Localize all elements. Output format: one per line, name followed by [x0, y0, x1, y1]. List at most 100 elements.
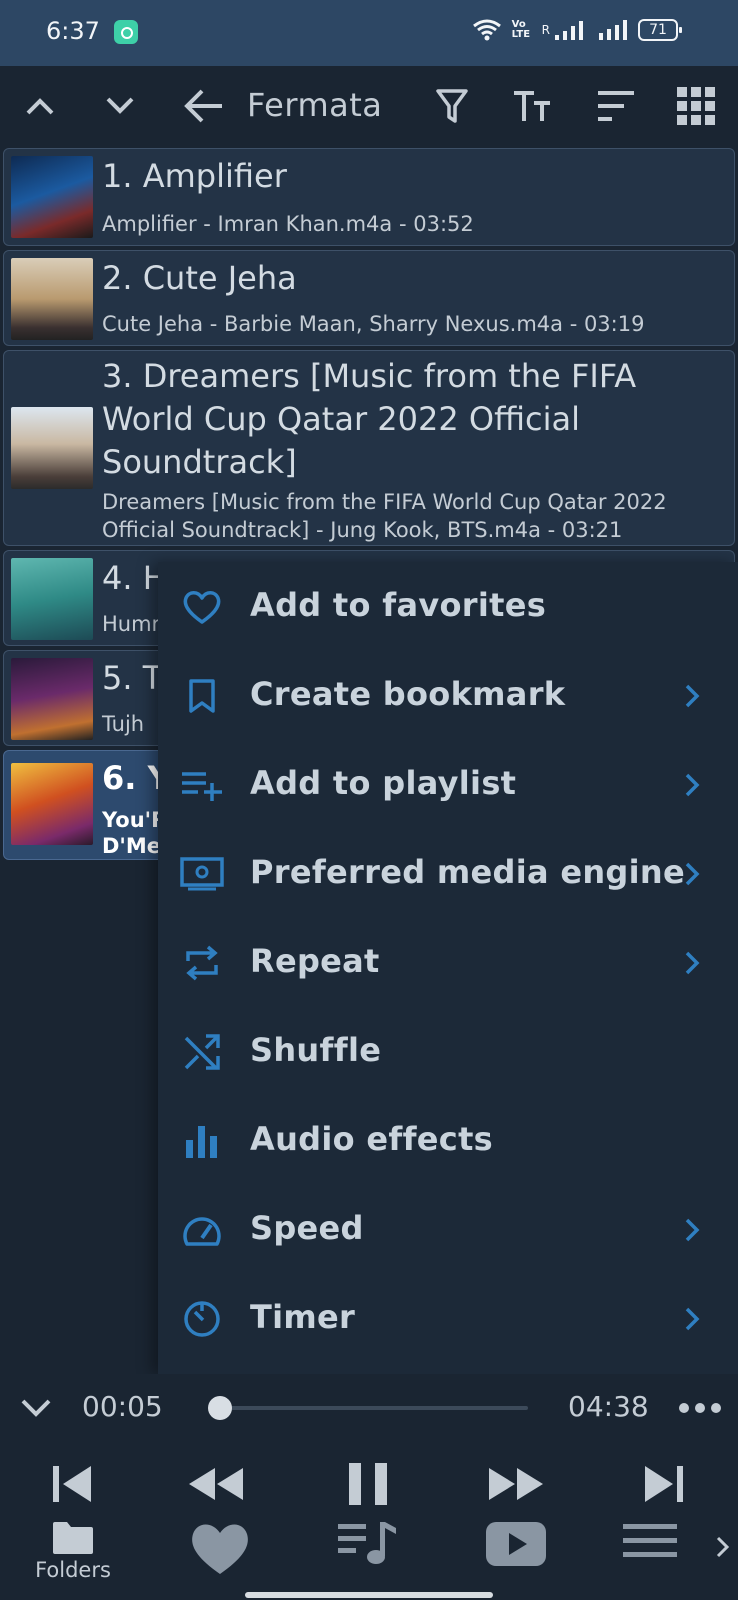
rewind-button[interactable] [186, 1454, 246, 1514]
track-subtitle-line-2: D'Me [102, 834, 162, 858]
album-art [11, 407, 93, 489]
chevron-right-icon [676, 1214, 708, 1246]
back-button[interactable] [180, 82, 228, 130]
home-indicator[interactable] [245, 1592, 493, 1598]
menu-item-label: Create bookmark [250, 675, 566, 713]
album-art [11, 558, 93, 640]
grid-view-button[interactable] [672, 82, 720, 130]
next-track-button[interactable] [634, 1454, 694, 1514]
notification-app-icon [114, 20, 138, 44]
nav-folders[interactable]: Folders [18, 1520, 128, 1590]
skip-previous-icon [53, 1466, 91, 1502]
menu-item-preferred-media-engine[interactable]: Preferred media engine [158, 829, 738, 919]
wifi-icon [472, 19, 501, 41]
collapse-player-button[interactable] [16, 1388, 56, 1428]
menu-item-audio-effects[interactable]: Audio effects [158, 1096, 738, 1186]
signal-sim1-icon [555, 21, 583, 40]
chevron-right-icon [676, 1303, 708, 1335]
toolbar: Fermata [0, 66, 738, 146]
album-art [11, 763, 93, 845]
track-title: 1. Amplifier [102, 157, 287, 195]
menu-item-label: Preferred media engine [250, 853, 685, 891]
text-size-icon [514, 91, 550, 121]
signal-sim2-icon [599, 20, 627, 40]
track-title-line-2: World Cup Qatar 2022 Official [102, 400, 580, 438]
speedometer-icon [180, 1208, 224, 1252]
rewind-icon [189, 1468, 243, 1500]
equalizer-icon [180, 1119, 224, 1163]
playlist-add-icon [180, 763, 224, 807]
chevron-right-icon [716, 1536, 730, 1558]
heart-icon [192, 1524, 248, 1574]
context-menu: Add to favorites Create bookmark Add to … [158, 562, 738, 1374]
menu-item-label: Speed [250, 1209, 364, 1247]
chevron-down-icon [21, 1399, 51, 1417]
filter-button[interactable] [428, 82, 476, 130]
menu-item-create-bookmark[interactable]: Create bookmark [158, 651, 738, 741]
track-row-3[interactable]: 3. Dreamers [Music from the FIFA World C… [3, 350, 735, 546]
battery-icon: 71 [638, 19, 682, 41]
menu-item-timer[interactable]: Timer [158, 1274, 738, 1364]
sort-button[interactable] [592, 82, 640, 130]
total-duration: 04:38 [568, 1390, 649, 1423]
pause-icon [349, 1463, 387, 1505]
track-title: 2. Cute Jeha [102, 259, 297, 297]
nav-playlists[interactable] [313, 1520, 423, 1590]
seek-bar[interactable] [207, 1396, 528, 1420]
nav-videos[interactable] [461, 1520, 571, 1590]
track-subtitle-line-1: Dreamers [Music from the FIFA World Cup … [102, 490, 667, 514]
track-subtitle: Cute Jeha - Barbie Maan, Sharry Nexus.m4… [102, 312, 645, 336]
chevron-right-icon [676, 947, 708, 979]
track-subtitle: Humr [102, 612, 161, 636]
status-icons: Vo LTE R 71 [472, 18, 682, 42]
filter-icon [436, 89, 468, 123]
previous-track-button[interactable] [42, 1454, 102, 1514]
nav-scroll-right-button[interactable] [716, 1536, 730, 1562]
track-subtitle: Tujh [102, 712, 145, 736]
elapsed-time: 00:05 [82, 1390, 163, 1423]
chevron-right-icon [676, 680, 708, 712]
menu-item-label: Audio effects [250, 1120, 494, 1158]
chevron-right-icon [676, 769, 708, 801]
menu-item-shuffle[interactable]: Shuffle [158, 1007, 738, 1097]
pause-button[interactable] [338, 1454, 398, 1514]
volte-badge: Vo LTE [511, 19, 531, 40]
heart-outline-icon [180, 585, 224, 629]
track-row-2[interactable]: 2. Cute Jeha Cute Jeha - Barbie Maan, Sh… [3, 250, 735, 346]
menu-item-label: Add to playlist [250, 764, 517, 802]
bookmark-icon [180, 674, 224, 718]
skip-next-icon [645, 1466, 683, 1502]
fast-forward-icon [489, 1468, 543, 1500]
album-art [11, 658, 93, 740]
status-time: 6:37 [46, 17, 100, 45]
nav-menu[interactable] [595, 1520, 705, 1590]
more-options-button[interactable] [676, 1390, 724, 1426]
menu-item-add-to-favorites[interactable]: Add to favorites [158, 562, 738, 652]
folder-title: Fermata [247, 86, 383, 124]
menu-item-speed[interactable]: Speed [158, 1185, 738, 1275]
playlist-music-icon [338, 1522, 396, 1564]
menu-item-label: Add to favorites [250, 586, 547, 624]
grid-icon [677, 87, 715, 125]
menu-item-label: Repeat [250, 942, 380, 980]
folder-icon [53, 1522, 93, 1554]
status-bar: 6:37 Vo LTE R 71 [0, 0, 738, 66]
menu-item-label: Timer [250, 1298, 356, 1336]
menu-item-label: Shuffle [250, 1031, 382, 1069]
text-size-button[interactable] [508, 82, 556, 130]
menu-item-repeat[interactable]: Repeat [158, 918, 738, 1008]
fast-forward-button[interactable] [486, 1454, 546, 1514]
seek-bar-handle[interactable] [207, 1396, 232, 1420]
menu-item-add-to-playlist[interactable]: Add to playlist [158, 740, 738, 830]
scroll-down-button[interactable] [96, 82, 144, 130]
media-engine-icon [180, 852, 224, 896]
hamburger-menu-icon [623, 1524, 677, 1557]
shuffle-icon [180, 1030, 224, 1074]
album-art [11, 156, 93, 238]
track-title-line-1: 3. Dreamers [Music from the FIFA [102, 357, 637, 395]
scroll-up-button[interactable] [16, 82, 64, 130]
track-row-1[interactable]: 1. Amplifier Amplifier - Imran Khan.m4a … [3, 148, 735, 246]
chevron-right-icon [676, 858, 708, 890]
nav-favorites[interactable] [165, 1520, 275, 1590]
track-title: 5. T [102, 659, 163, 697]
